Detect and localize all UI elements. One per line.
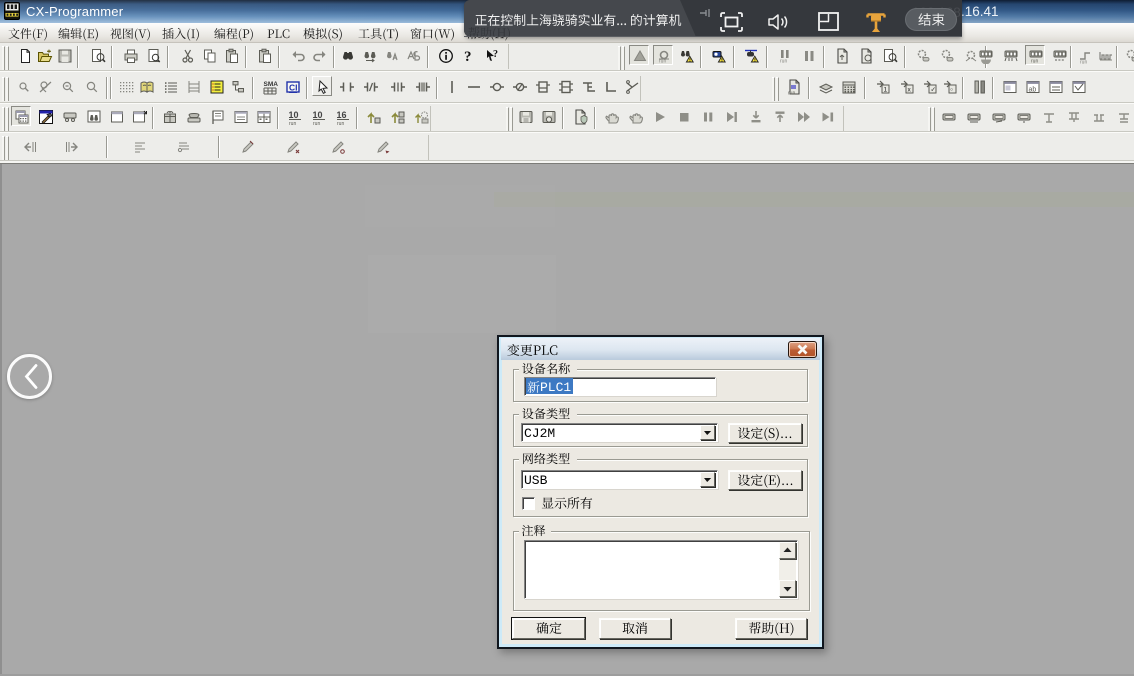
svg-text:?: ?	[493, 49, 498, 60]
svg-text:1: 1	[884, 87, 888, 94]
svg-text:run: run	[659, 59, 666, 65]
svg-text:run: run	[788, 91, 795, 96]
svg-text:run: run	[1031, 59, 1038, 65]
svg-text:SMA: SMA	[264, 81, 279, 88]
svg-text:run: run	[313, 121, 320, 125]
svg-text:16: 16	[337, 110, 347, 120]
svg-text:▫: ▫	[951, 87, 953, 94]
svg-text:run: run	[337, 121, 344, 125]
svg-text:10: 10	[313, 110, 323, 120]
svg-text:ab: ab	[1029, 87, 1037, 94]
svg-text:10: 10	[289, 110, 299, 120]
svg-text:run: run	[1080, 60, 1087, 65]
svg-text:✓: ✓	[931, 87, 936, 94]
svg-text:?: ?	[464, 49, 472, 64]
svg-text:run: run	[289, 121, 296, 125]
svg-text:run: run	[780, 59, 787, 65]
svg-text:CI: CI	[289, 83, 298, 93]
